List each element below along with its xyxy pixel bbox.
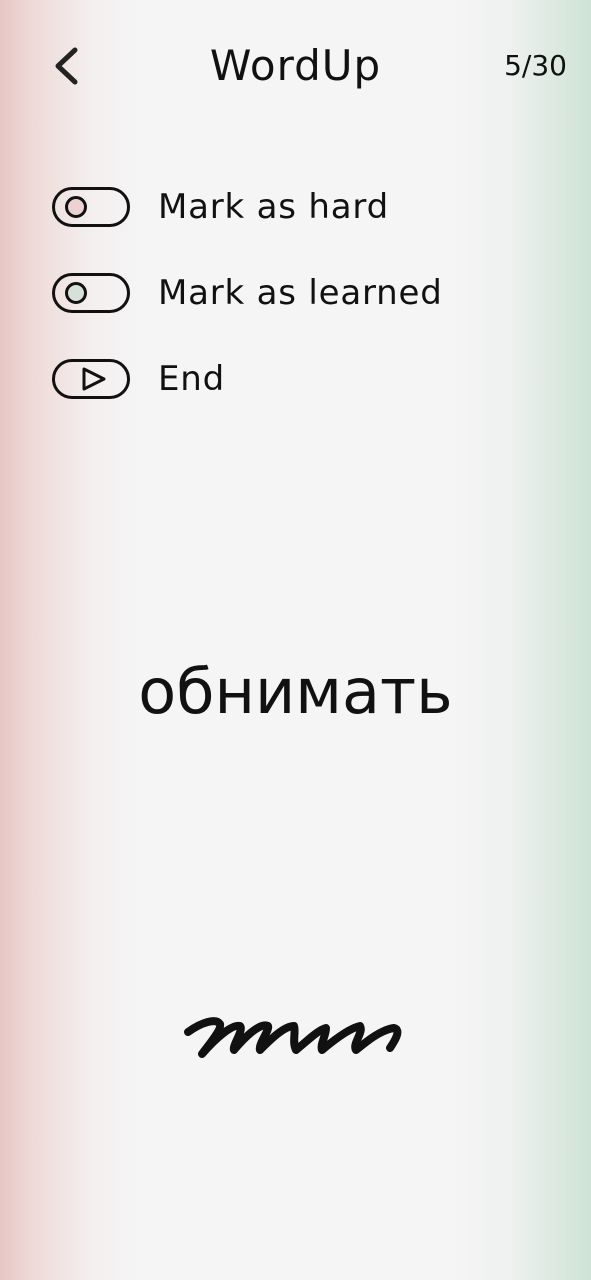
mark-as-learned-toggle[interactable]: Mark as learned	[52, 270, 552, 316]
handwriting-icon	[184, 1017, 402, 1058]
top-bar: WordUp 5/30	[0, 0, 591, 130]
mark-as-hard-toggle[interactable]: Mark as hard	[52, 184, 552, 230]
chevron-left-icon	[55, 47, 78, 85]
end-button[interactable]: End	[52, 356, 552, 402]
play-icon	[82, 367, 106, 391]
play-button-frame[interactable]	[52, 359, 130, 399]
progress-counter: 5/30	[504, 49, 567, 82]
toggle-icon[interactable]	[52, 273, 130, 313]
end-label: End	[158, 359, 226, 399]
flashcard-word: обнимать	[138, 655, 453, 728]
toggle-knob	[65, 282, 87, 304]
options-list: Mark as hard Mark as learned End	[52, 184, 552, 442]
mark-as-learned-label: Mark as learned	[158, 273, 443, 313]
toggle-icon[interactable]	[52, 187, 130, 227]
back-button[interactable]	[40, 38, 96, 94]
toggle-knob	[65, 196, 87, 218]
mark-as-hard-label: Mark as hard	[158, 187, 389, 227]
